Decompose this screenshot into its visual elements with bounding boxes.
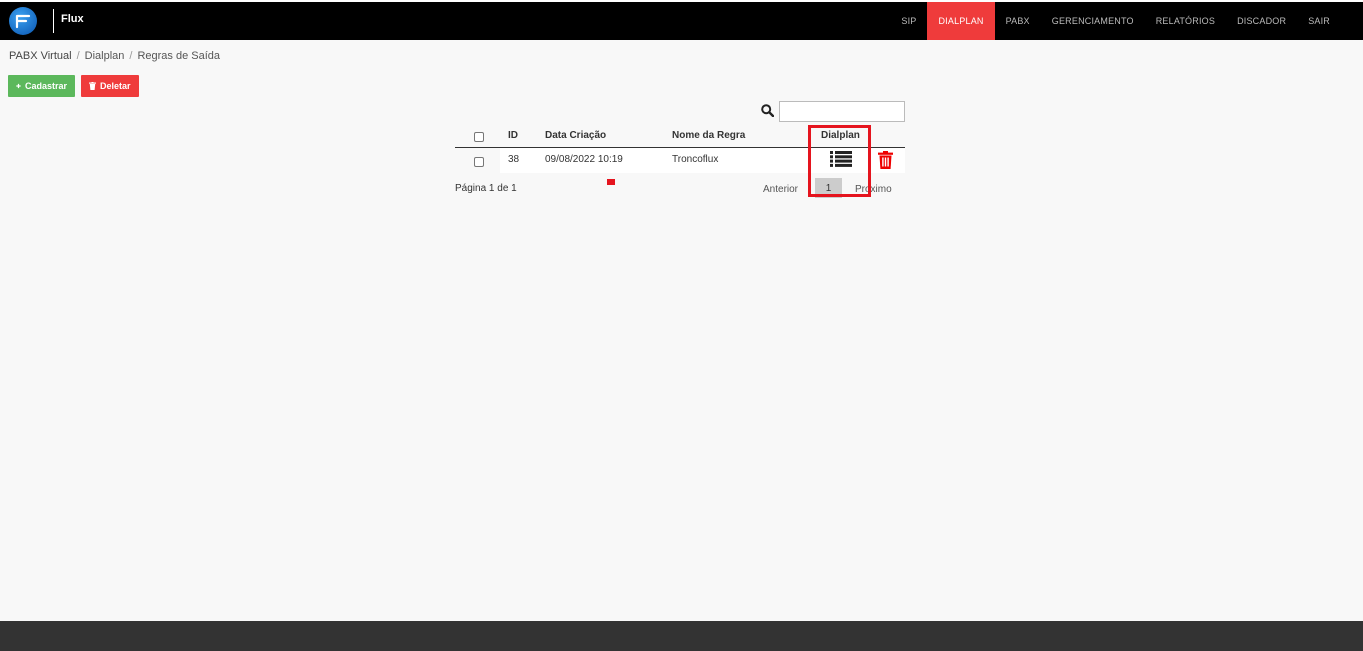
nav-item-sair[interactable]: SAIR <box>1297 2 1341 40</box>
row-name: Troncoflux <box>672 154 719 165</box>
pagination-page-1[interactable]: 1 <box>815 178 842 198</box>
breadcrumb-separator: / <box>129 50 133 62</box>
flux-logo-icon[interactable] <box>9 7 37 35</box>
deletar-button[interactable]: Deletar <box>81 75 139 97</box>
row-date: 09/08/2022 10:19 <box>545 154 623 165</box>
column-header-name[interactable]: Nome da Regra <box>672 130 745 141</box>
brand-name[interactable]: Flux <box>61 13 84 25</box>
breadcrumb-item-pabx-virtual[interactable]: PABX Virtual <box>9 50 72 62</box>
nav-item-sip[interactable]: SIP <box>890 2 927 40</box>
nav-item-relatorios[interactable]: RELATÓRIOS <box>1145 2 1226 40</box>
logo-separator <box>53 9 54 33</box>
nav-item-discador[interactable]: DISCADOR <box>1226 2 1297 40</box>
breadcrumb: PABX Virtual / Dialplan / Regras de Saída <box>9 50 220 62</box>
nav-item-dialplan[interactable]: DIALPLAN <box>927 2 995 40</box>
column-header-id[interactable]: ID <box>508 130 518 141</box>
pagination-next[interactable]: Proximo <box>855 184 892 195</box>
breadcrumb-separator: / <box>76 50 80 62</box>
top-navbar: Flux SIP DIALPLAN PABX GERENCIAMENTO REL… <box>0 0 1363 40</box>
main-nav: SIP DIALPLAN PABX GERENCIAMENTO RELATÓRI… <box>890 2 1341 40</box>
breadcrumb-item-dialplan[interactable]: Dialplan <box>85 50 125 62</box>
search-input[interactable] <box>779 101 905 122</box>
cadastrar-label: Cadastrar <box>24 81 67 91</box>
plus-icon <box>16 83 21 89</box>
column-header-dialplan: Dialplan <box>821 130 860 141</box>
select-all-checkbox[interactable] <box>474 132 484 142</box>
delete-row-trash-icon[interactable] <box>878 151 893 174</box>
trash-icon <box>89 82 96 90</box>
cadastrar-button[interactable]: Cadastrar <box>8 75 75 97</box>
pagination-info: Página 1 de 1 <box>455 183 517 194</box>
row-id: 38 <box>508 154 520 165</box>
column-header-date[interactable]: Data Criação <box>545 130 606 141</box>
breadcrumb-item-current: Regras de Saída <box>137 50 221 62</box>
dialplan-list-icon[interactable] <box>830 151 852 172</box>
nav-item-pabx[interactable]: PABX <box>995 2 1041 40</box>
nav-item-gerenciamento[interactable]: GERENCIAMENTO <box>1041 2 1145 40</box>
red-marker <box>607 179 615 185</box>
deletar-label: Deletar <box>100 81 131 91</box>
footer-bar <box>0 621 1363 651</box>
pagination-previous[interactable]: Anterior <box>763 184 798 195</box>
row-checkbox[interactable] <box>474 157 484 167</box>
search-icon[interactable] <box>761 104 775 122</box>
